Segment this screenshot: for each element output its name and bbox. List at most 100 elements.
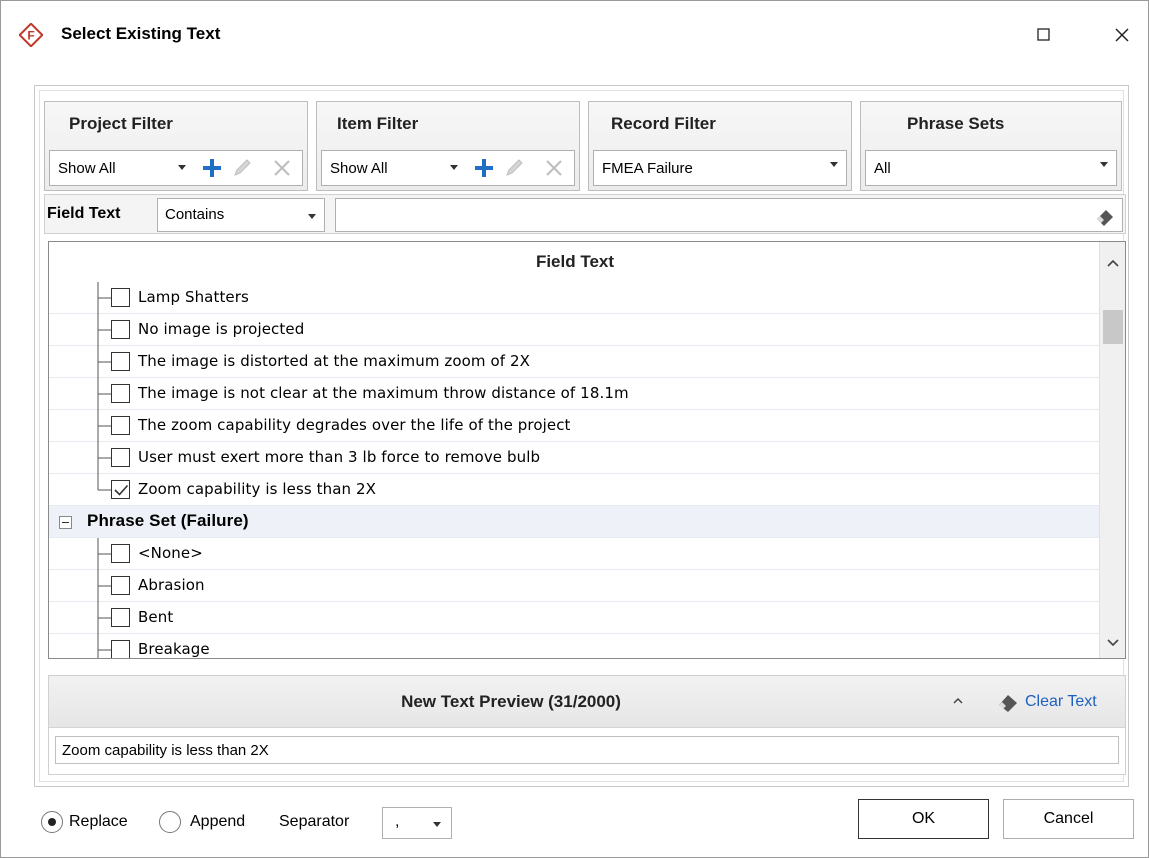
add-icon[interactable] [201, 157, 223, 179]
tree-row[interactable]: Bent [49, 602, 1101, 634]
tree-row[interactable]: The zoom capability degrades over the li… [49, 410, 1101, 442]
phrase-sets-group: Phrase Sets All [860, 101, 1122, 191]
row-checkbox[interactable] [111, 480, 130, 499]
close-button[interactable] [1099, 15, 1145, 55]
group-label: Phrase Set (Failure) [87, 511, 249, 530]
maximize-button[interactable] [1021, 15, 1067, 55]
separator-value: , [395, 813, 400, 830]
tree-row[interactable]: The image is distorted at the maximum zo… [49, 346, 1101, 378]
record-filter-group: Record Filter FMEA Failure [588, 101, 852, 191]
row-label: Lamp Shatters [138, 288, 249, 306]
tree-row[interactable]: The image is not clear at the maximum th… [49, 378, 1101, 410]
tree-connector [97, 410, 111, 442]
tree-connector [97, 538, 111, 570]
item-filter-group: Item Filter Show All [316, 101, 580, 191]
tree-row[interactable]: Lamp Shatters [49, 282, 1101, 314]
dialog-window: F Select Existing Text Project Filter Sh… [0, 0, 1149, 858]
row-checkbox[interactable] [111, 288, 130, 307]
tree-row[interactable]: Abrasion [49, 570, 1101, 602]
tree-row[interactable]: User must exert more than 3 lb force to … [49, 442, 1101, 474]
clear-text-button[interactable]: Clear Text [993, 689, 1097, 715]
content-inner: Project Filter Show All Item Filter Show… [39, 90, 1126, 782]
tree-row[interactable]: <None> [49, 538, 1101, 570]
cancel-button[interactable]: Cancel [1003, 799, 1134, 839]
delete-icon[interactable] [271, 157, 293, 179]
tree-connector [97, 570, 111, 602]
chevron-down-icon[interactable] [308, 214, 316, 219]
row-checkbox[interactable] [111, 640, 130, 658]
phrase-sets-title: Phrase Sets [907, 114, 1005, 133]
row-label: Abrasion [138, 576, 205, 594]
row-label: The image is not clear at the maximum th… [138, 384, 629, 402]
row-checkbox[interactable] [111, 352, 130, 371]
chevron-down-icon[interactable] [830, 162, 838, 167]
maximize-icon [1037, 28, 1050, 41]
tree-connector [97, 346, 111, 378]
chevron-down-icon[interactable] [178, 165, 186, 170]
row-checkbox[interactable] [111, 384, 130, 403]
row-checkbox[interactable] [111, 320, 130, 339]
tree-row[interactable]: No image is projected [49, 314, 1101, 346]
field-text-mode-value: Contains [165, 206, 225, 223]
eraser-icon [999, 695, 1017, 712]
record-filter-title: Record Filter [611, 114, 716, 133]
row-checkbox[interactable] [111, 608, 130, 627]
row-label: Zoom capability is less than 2X [138, 480, 377, 498]
close-icon [1115, 28, 1129, 42]
scrollbar-thumb[interactable] [1103, 310, 1123, 344]
separator-label: Separator [279, 813, 350, 830]
tree-group-row[interactable]: Phrase Set (Failure) [49, 506, 1101, 538]
field-text-label: Field Text [47, 205, 121, 222]
phrase-sets-combo[interactable]: All [865, 150, 1117, 186]
vertical-scrollbar[interactable] [1099, 242, 1125, 658]
tree-header: Field Text [535, 252, 615, 271]
item-filter-combo[interactable]: Show All [321, 150, 575, 186]
row-label: <None> [138, 544, 203, 562]
preview-title: New Text Preview (31/2000) [401, 692, 621, 711]
ok-button[interactable]: OK [858, 799, 989, 839]
phrase-sets-value: All [874, 159, 891, 177]
row-checkbox[interactable] [111, 448, 130, 467]
scroll-up-icon[interactable] [1104, 254, 1122, 272]
tree-row[interactable]: Zoom capability is less than 2X [49, 474, 1101, 506]
replace-radio[interactable] [41, 811, 63, 833]
record-filter-value: FMEA Failure [602, 159, 693, 177]
chevron-down-icon[interactable] [433, 822, 441, 827]
window-title: Select Existing Text [61, 24, 221, 43]
tree-connector [97, 442, 111, 474]
edit-pencil-icon[interactable] [231, 157, 253, 179]
project-filter-value: Show All [58, 159, 116, 177]
delete-icon[interactable] [543, 157, 565, 179]
item-filter-value: Show All [330, 159, 388, 177]
record-filter-combo[interactable]: FMEA Failure [593, 150, 847, 186]
chevron-up-icon[interactable] [951, 694, 965, 708]
field-text-mode-combo[interactable]: Contains [157, 198, 325, 232]
content-frame: Project Filter Show All Item Filter Show… [34, 85, 1129, 787]
row-checkbox[interactable] [111, 544, 130, 563]
append-label[interactable]: Append [190, 813, 245, 831]
preview-text-field[interactable]: Zoom capability is less than 2X [55, 736, 1119, 764]
add-icon[interactable] [473, 157, 495, 179]
tree-connector [97, 314, 111, 346]
title-bar: F Select Existing Text [1, 1, 1148, 67]
chevron-down-icon[interactable] [1100, 162, 1108, 167]
collapse-icon[interactable] [59, 516, 72, 529]
tree-connector [97, 474, 111, 491]
separator-combo[interactable]: , [382, 807, 452, 839]
tree-connector [97, 282, 111, 314]
project-filter-combo[interactable]: Show All [49, 150, 303, 186]
chevron-down-icon[interactable] [450, 165, 458, 170]
eraser-icon[interactable] [1094, 205, 1116, 227]
text-preview-panel: New Text Preview (31/2000) Clear Text Zo… [48, 675, 1126, 775]
tree-connector [97, 634, 111, 658]
tree-row[interactable]: Breakage [49, 634, 1101, 658]
append-radio[interactable] [159, 811, 181, 833]
scroll-down-icon[interactable] [1104, 634, 1122, 652]
field-text-search-input[interactable] [335, 198, 1123, 232]
edit-pencil-icon[interactable] [503, 157, 525, 179]
replace-label[interactable]: Replace [69, 813, 128, 831]
row-checkbox[interactable] [111, 416, 130, 435]
project-filter-title: Project Filter [69, 114, 173, 133]
tree-connector [97, 378, 111, 410]
row-checkbox[interactable] [111, 576, 130, 595]
